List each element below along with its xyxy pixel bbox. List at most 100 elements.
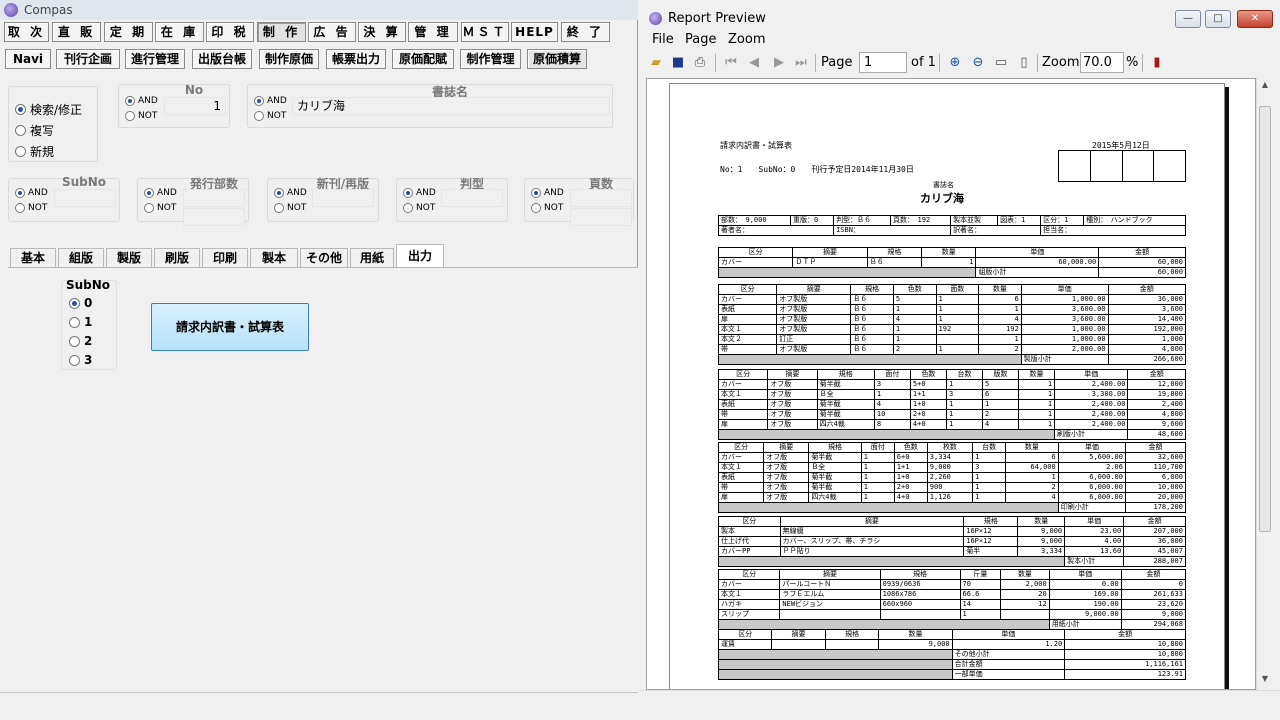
table-cell: 1 — [945, 419, 983, 430]
close-button[interactable]: ✕ — [1237, 10, 1273, 28]
window-title: Compas — [24, 3, 73, 17]
menu-page[interactable]: Page — [685, 32, 716, 47]
menu-file[interactable]: File — [652, 32, 674, 47]
format-and-radio[interactable]: AND — [403, 188, 436, 198]
table-cell: 菊半截 — [816, 409, 875, 420]
subno-option-3[interactable]: 3 — [69, 353, 92, 367]
submenu-navi[interactable]: Navi — [5, 49, 51, 69]
tab-other[interactable]: その他 — [300, 248, 348, 267]
subno-option-2[interactable]: 2 — [69, 334, 92, 348]
pages-and-radio[interactable]: AND — [531, 188, 564, 198]
next-page-icon[interactable]: ▶ — [771, 55, 787, 71]
no-input[interactable]: 1 — [164, 97, 226, 115]
menu-direct[interactable]: 直 販 — [52, 22, 101, 42]
tab-output[interactable]: 出力 — [396, 244, 444, 268]
menu-management[interactable]: 管 理 — [408, 22, 458, 42]
title-input[interactable]: カリブ海 — [292, 97, 610, 115]
column-header: 摘要 — [767, 369, 818, 380]
tab-printing-plate[interactable]: 刷版 — [154, 248, 200, 267]
subno-and-radio[interactable]: AND — [15, 188, 48, 198]
subno-option-1[interactable]: 1 — [69, 315, 92, 329]
print-icon[interactable]: ⎙ — [692, 55, 708, 71]
no-not-radio[interactable]: NOT — [125, 111, 157, 121]
table-cell: 扉 — [717, 314, 778, 325]
menu-zoom[interactable]: Zoom — [728, 32, 765, 47]
submenu-cost[interactable]: 制作原価 — [259, 49, 319, 69]
zoom-in-icon[interactable]: ⊕ — [947, 55, 963, 71]
scroll-down-icon[interactable]: ▼ — [1259, 674, 1271, 686]
pages-to-input[interactable] — [570, 208, 632, 226]
vertical-scrollbar[interactable]: ▲ ▼ — [1256, 78, 1273, 690]
whole-page-icon[interactable]: ▯ — [1016, 55, 1032, 71]
open-folder-icon[interactable]: ▰ — [648, 55, 664, 71]
tab-binding[interactable]: 製本 — [250, 248, 298, 267]
table-cell: 4 — [981, 419, 1020, 430]
menu-royalty[interactable]: 印 税 — [206, 22, 254, 42]
invoice-report-button[interactable]: 請求内訳書・試算表 — [151, 303, 309, 351]
submenu-production-mgmt[interactable]: 制作管理 — [460, 49, 521, 69]
radio-icon — [69, 316, 80, 328]
dept-and-radio[interactable]: AND — [144, 188, 177, 198]
format-input[interactable] — [441, 189, 503, 207]
exit-preview-icon[interactable]: ▮ — [1149, 55, 1165, 71]
reprint-not-radio[interactable]: NOT — [274, 203, 306, 213]
menu-help[interactable]: HELP — [511, 22, 558, 42]
save-icon[interactable]: ■ — [670, 55, 686, 71]
subtotal-row: 刷版小計 48,600 — [717, 429, 1186, 440]
page-number-input[interactable]: 1 — [859, 52, 907, 73]
tab-printing[interactable]: 印刷 — [202, 248, 248, 267]
subtotal-value: 294,068 — [1120, 619, 1187, 630]
minimize-button[interactable]: — — [1175, 10, 1201, 28]
reprint-and-radio[interactable]: AND — [274, 188, 307, 198]
submenu-ledger[interactable]: 出版台帳 — [192, 49, 252, 69]
submenu-report-output[interactable]: 帳票出力 — [326, 49, 386, 69]
submenu-cost-allocation[interactable]: 原価配賦 — [392, 49, 454, 69]
report-table-s7: 区分 摘要 規格 数量 単価 金額 運賃 9,000 1.20 10,800 その他小計 10,800… — [717, 629, 1186, 680]
menu-advertising[interactable]: 広 告 — [308, 22, 356, 42]
title-not-radio[interactable]: NOT — [254, 111, 286, 121]
table-cell: オフ版 — [763, 482, 810, 493]
zoom-out-icon[interactable]: ⊖ — [970, 55, 986, 71]
previous-page-icon[interactable]: ◀ — [746, 55, 762, 71]
dept-to-input[interactable] — [183, 208, 245, 226]
mode-copy[interactable]: 複写 — [15, 122, 54, 139]
pages-from-input[interactable] — [570, 189, 632, 207]
menu-torij[interactable]: 取 次 — [4, 22, 49, 42]
subno-option-0[interactable]: 0 — [69, 296, 92, 310]
table-cell: 5,600.00 — [1057, 452, 1126, 463]
no-and-radio[interactable]: AND — [125, 96, 158, 106]
format-not-radio[interactable]: NOT — [403, 203, 435, 213]
menu-settlement[interactable]: 決 算 — [358, 22, 406, 42]
tab-typesetting[interactable]: 組版 — [58, 248, 104, 267]
column-header: 規格 — [866, 247, 923, 258]
dept-not-radio[interactable]: NOT — [144, 203, 176, 213]
mode-search-edit[interactable]: 検索/修正 — [15, 101, 82, 118]
maximize-button[interactable]: □ — [1205, 10, 1231, 28]
column-header: 金額 — [1107, 284, 1187, 295]
tab-paper[interactable]: 用紙 — [350, 248, 394, 267]
submenu-progress[interactable]: 進行管理 — [125, 49, 185, 69]
reprint-input[interactable] — [312, 189, 374, 207]
subno-input[interactable] — [54, 189, 116, 207]
dept-from-input[interactable] — [183, 189, 245, 207]
scroll-up-icon[interactable]: ▲ — [1259, 80, 1271, 92]
tab-plate-making[interactable]: 製版 — [106, 248, 152, 267]
last-page-icon[interactable]: ⏭ — [793, 55, 809, 71]
table-cell: 1 — [935, 314, 980, 325]
pages-not-radio[interactable]: NOT — [531, 203, 563, 213]
zoom-input[interactable]: 70.0 — [1080, 52, 1124, 73]
menu-exit[interactable]: 終 了 — [561, 22, 610, 42]
menu-production[interactable]: 制 作 — [257, 22, 306, 42]
tab-basic[interactable]: 基本 — [10, 248, 56, 267]
mode-new[interactable]: 新規 — [15, 143, 54, 160]
menu-inventory[interactable]: 在 庫 — [155, 22, 204, 42]
submenu-planning[interactable]: 刊行企画 — [56, 49, 120, 69]
submenu-cost-estimate[interactable]: 原価積算 — [527, 49, 587, 69]
subno-not-radio[interactable]: NOT — [15, 203, 47, 213]
page-width-icon[interactable]: ▭ — [993, 55, 1009, 71]
scroll-thumb[interactable] — [1259, 106, 1271, 532]
first-page-icon[interactable]: ⏮ — [723, 55, 739, 71]
menu-subscription[interactable]: 定 期 — [104, 22, 153, 42]
title-and-radio[interactable]: AND — [254, 96, 287, 106]
menu-master[interactable]: ＭＳＴ — [461, 22, 509, 42]
